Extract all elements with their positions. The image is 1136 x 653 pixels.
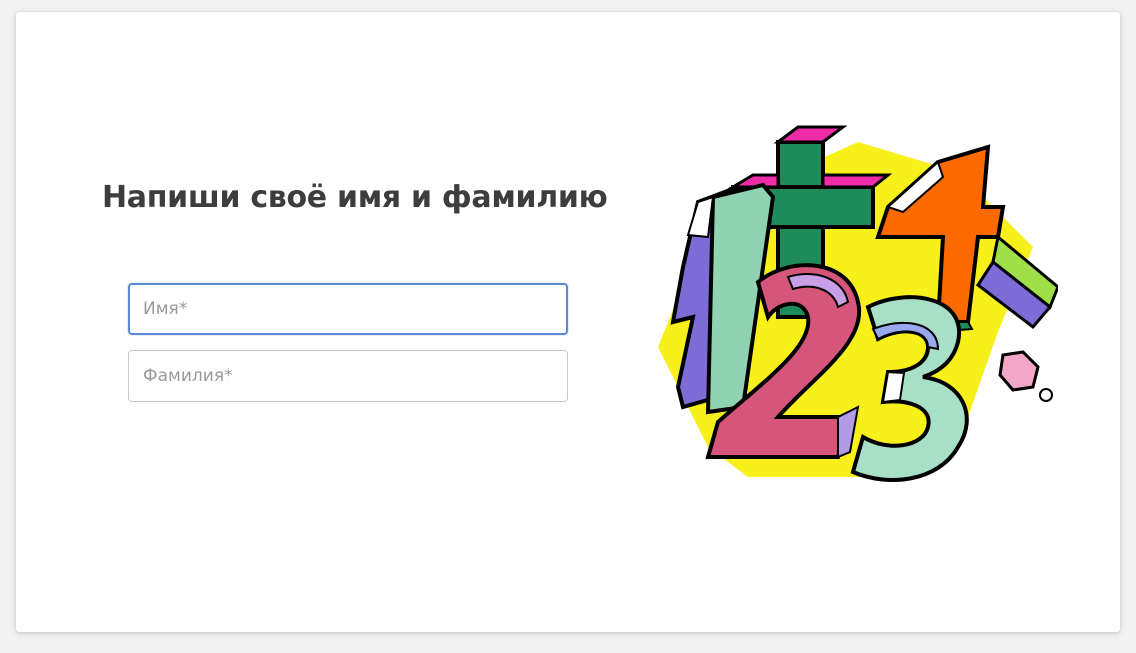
- dot-shape: [998, 350, 1053, 402]
- numbers-illustration-icon: [658, 125, 1058, 482]
- page-title: Напиши своё имя и фамилию: [102, 180, 608, 215]
- first-name-input[interactable]: [128, 283, 568, 335]
- form-card: Напиши своё имя и фамилию: [16, 12, 1120, 632]
- last-name-input[interactable]: [128, 350, 568, 402]
